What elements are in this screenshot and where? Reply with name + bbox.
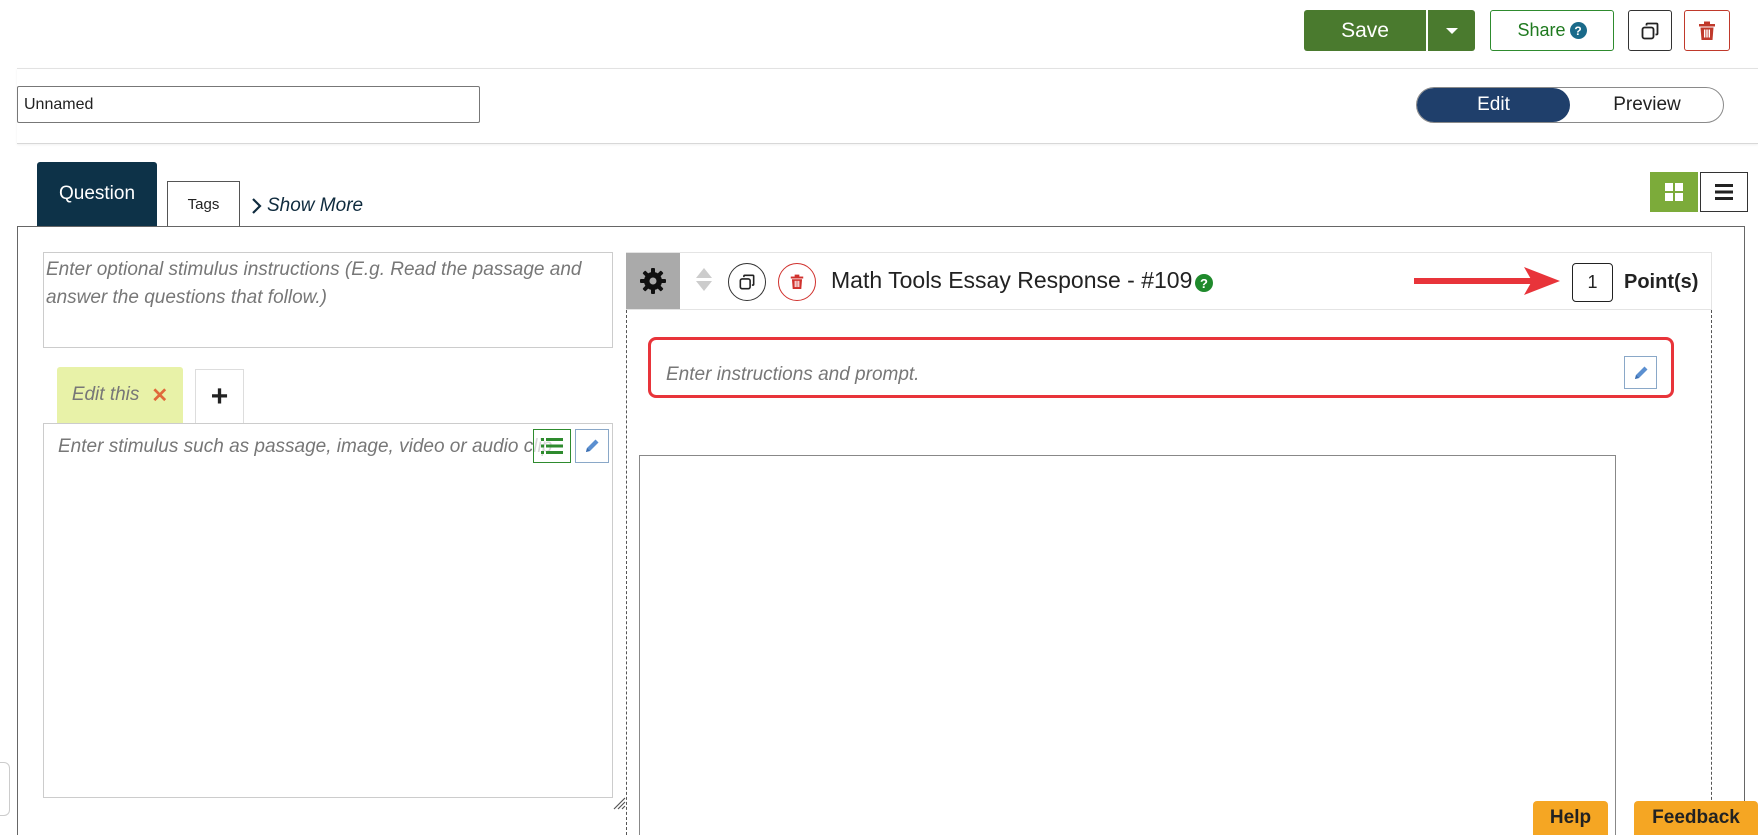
copy-icon — [1641, 22, 1659, 39]
question-duplicate-button[interactable] — [728, 263, 766, 301]
stimulus-tab-label: Edit this — [71, 384, 140, 405]
close-icon[interactable]: ✕ — [151, 383, 168, 408]
list-icon — [541, 438, 563, 454]
question-settings-button[interactable] — [626, 253, 680, 309]
tab-question[interactable]: Question — [37, 162, 157, 226]
help-button[interactable]: Help — [1533, 801, 1608, 835]
list-layout-button[interactable] — [1700, 172, 1748, 212]
save-button[interactable]: Save — [1304, 10, 1426, 51]
pencil-icon — [1634, 366, 1647, 379]
chevron-right-icon — [252, 198, 262, 214]
stimulus-tab[interactable]: Edit this ✕ — [57, 367, 183, 423]
caret-down-icon — [1445, 27, 1458, 34]
share-button[interactable]: Share ? — [1490, 10, 1614, 51]
grid-icon — [1665, 183, 1683, 201]
arrow-right-icon — [1414, 267, 1560, 295]
essay-response-area[interactable] — [639, 455, 1616, 835]
points-label: Point(s) — [1624, 271, 1699, 293]
copy-icon — [739, 274, 755, 290]
points-input[interactable] — [1572, 263, 1613, 302]
prompt-placeholder[interactable]: Enter instructions and prompt. — [666, 364, 919, 386]
stimulus-edit-button[interactable] — [575, 429, 609, 463]
share-label: Share — [1517, 20, 1566, 40]
question-delete-button[interactable] — [778, 263, 816, 301]
add-stimulus-tab-button[interactable]: + — [195, 369, 244, 423]
stimulus-placeholder[interactable]: Enter stimulus such as passage, image, v… — [58, 436, 552, 458]
prompt-edit-button[interactable] — [1624, 356, 1657, 389]
stimulus-instructions-field[interactable]: Enter optional stimulus instructions (E.… — [43, 252, 613, 348]
delete-button[interactable] — [1684, 10, 1730, 51]
help-icon[interactable]: ? — [1195, 274, 1213, 292]
pencil-icon — [586, 439, 599, 452]
trash-icon — [790, 274, 804, 289]
gear-icon — [640, 268, 666, 294]
grid-layout-button[interactable] — [1650, 172, 1698, 212]
save-dropdown-button[interactable] — [1428, 10, 1475, 51]
stimulus-format-button[interactable] — [533, 429, 571, 463]
resize-handle-icon[interactable] — [612, 796, 626, 810]
preview-mode-button[interactable]: Preview — [1572, 88, 1722, 122]
item-name-input[interactable] — [17, 86, 480, 123]
edit-mode-button[interactable]: Edit — [1417, 88, 1570, 122]
stimulus-editor[interactable] — [43, 423, 613, 798]
trash-icon — [1699, 21, 1715, 40]
show-more-label: Show More — [267, 195, 364, 216]
list-icon — [1715, 184, 1733, 200]
show-more-link[interactable]: Show More — [251, 195, 363, 217]
help-icon: ? — [1569, 22, 1587, 39]
sort-down-icon — [696, 281, 712, 291]
sort-handle[interactable] — [694, 268, 714, 296]
feedback-button[interactable]: Feedback — [1634, 801, 1758, 835]
duplicate-button[interactable] — [1628, 10, 1672, 51]
question-title: Math Tools Essay Response - #109 — [831, 267, 1193, 293]
tab-tags[interactable]: Tags — [167, 181, 240, 226]
sort-up-icon — [696, 268, 712, 278]
side-panel-tab[interactable] — [0, 762, 10, 816]
